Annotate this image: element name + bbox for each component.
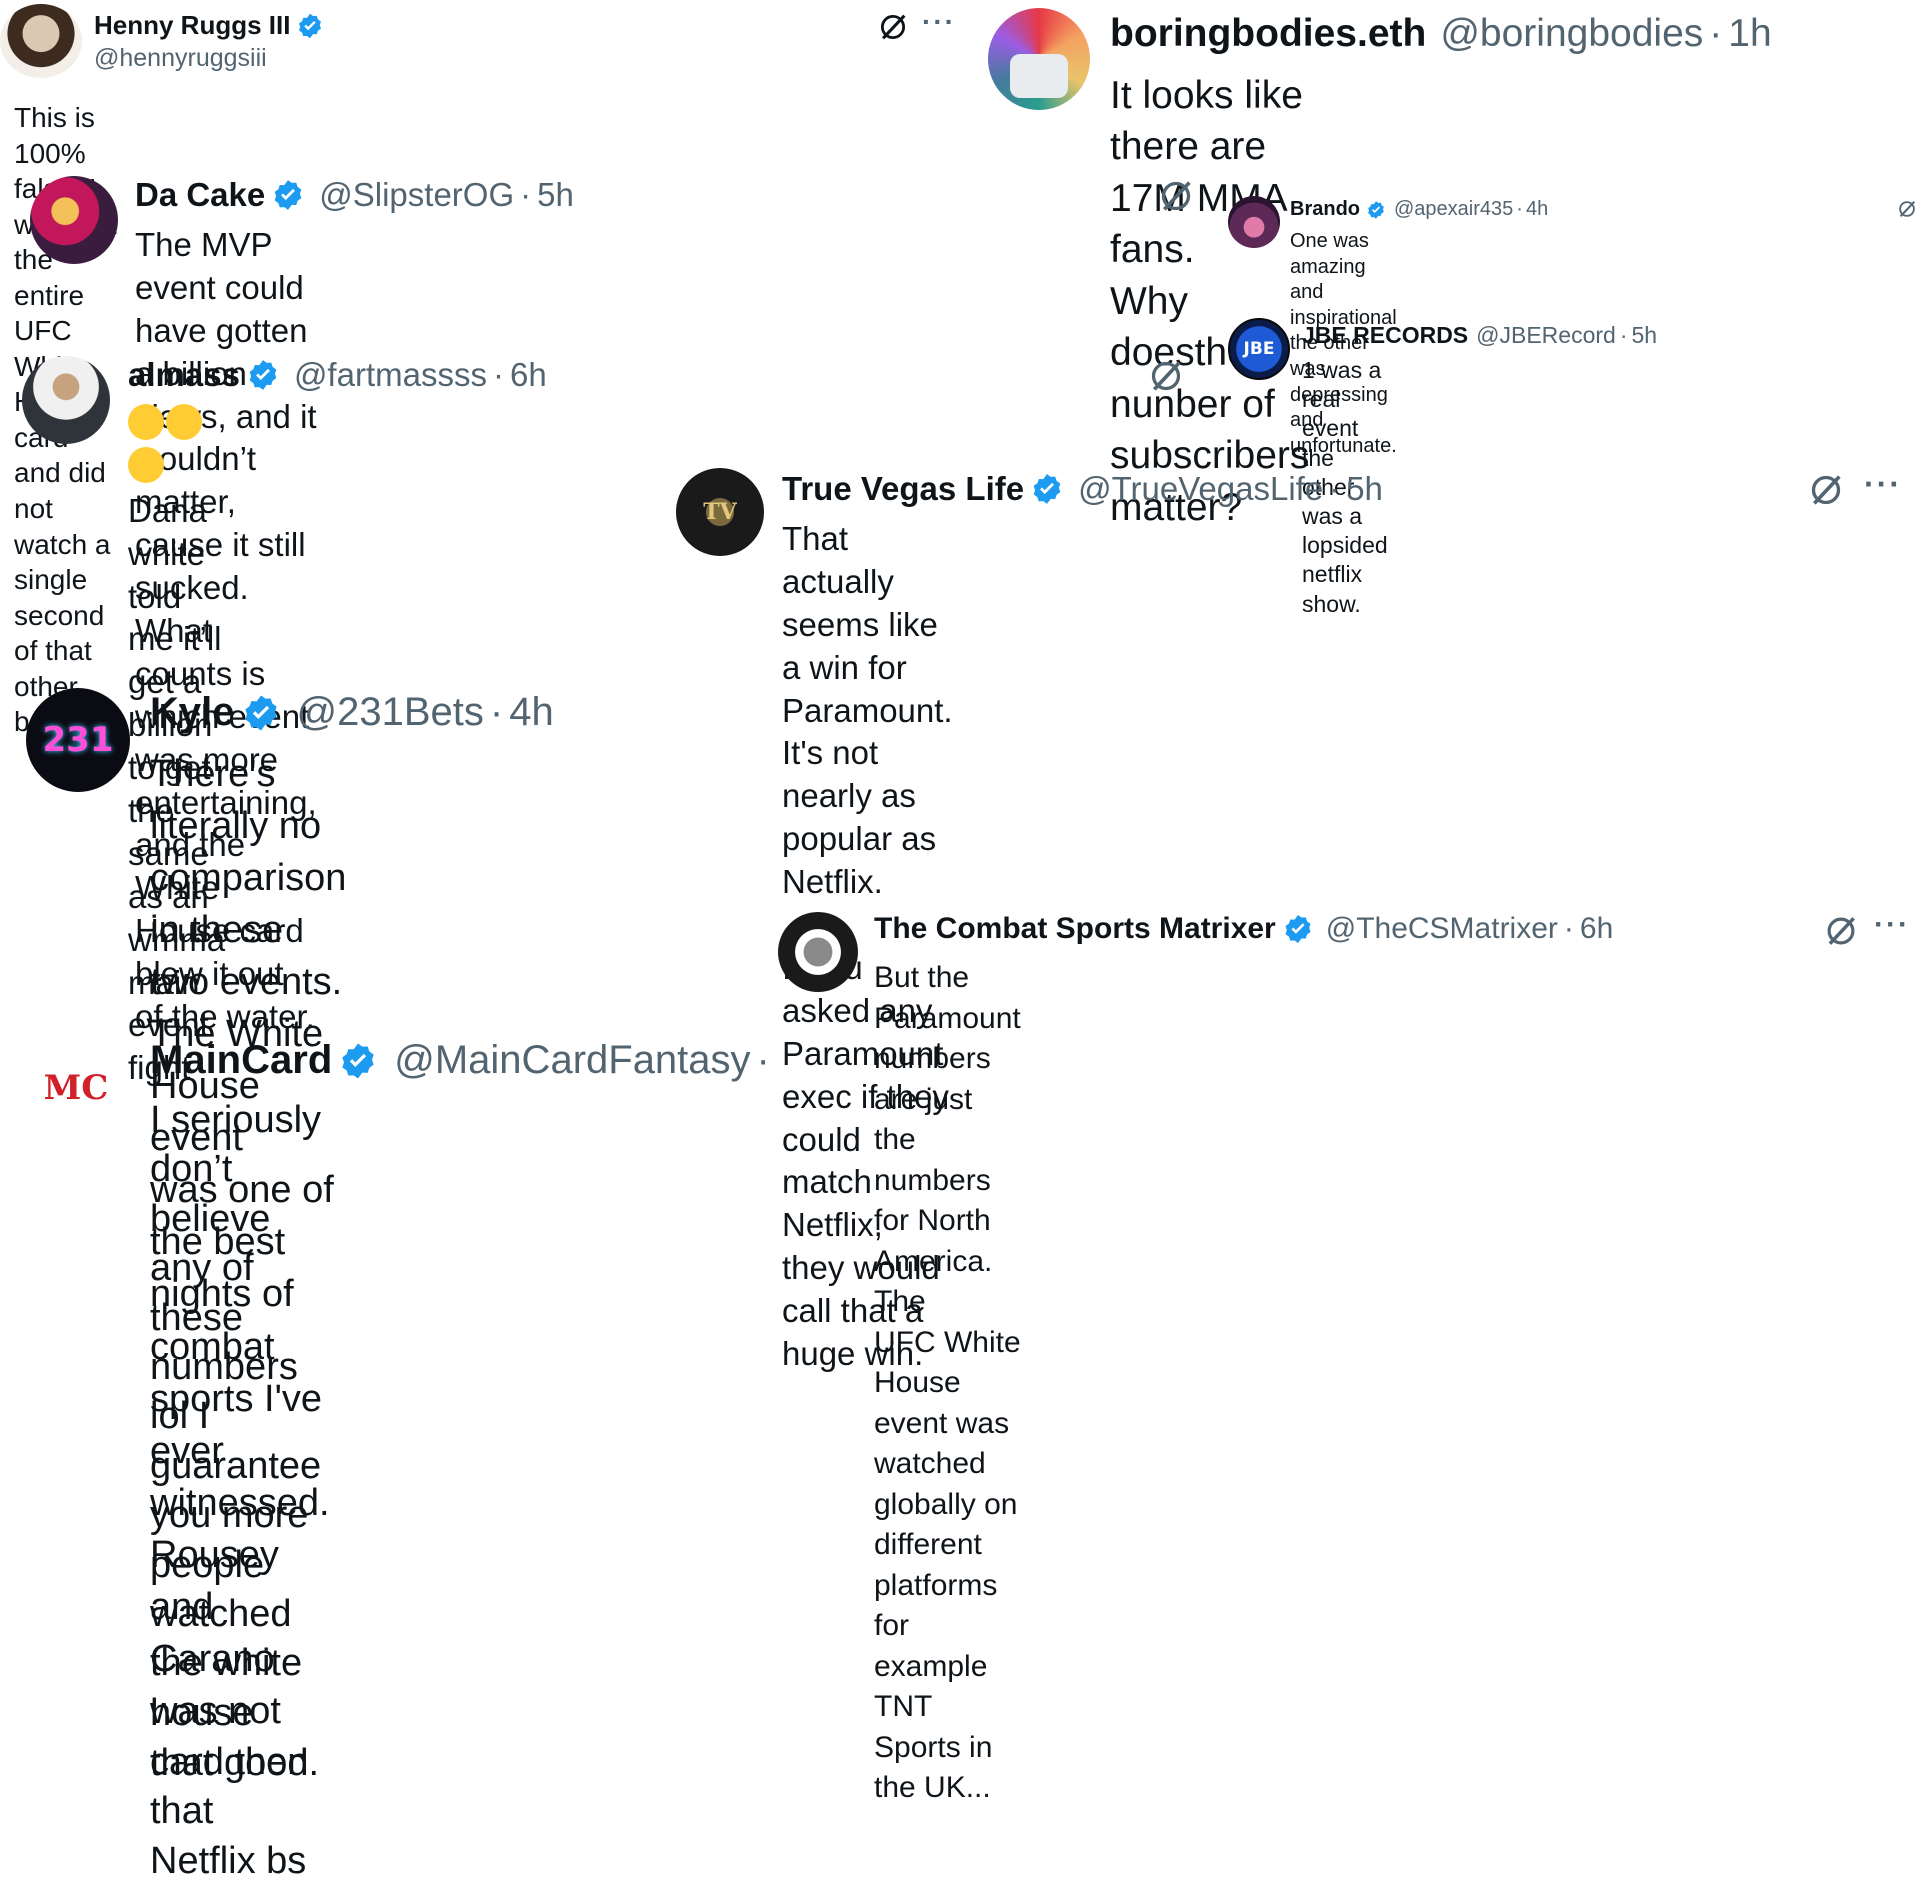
- separator-dot: ·: [1329, 470, 1341, 507]
- tweet-header: boringbodies.eth @boringbodies · 1h: [1110, 12, 1772, 56]
- display-name[interactable]: Henny Ruggs III: [94, 10, 290, 41]
- avatar-monogram: 231: [42, 720, 114, 760]
- separator-dot: ·: [756, 1038, 770, 1082]
- tweet-text-line: UFC White House event was watched global…: [874, 1325, 1021, 1643]
- tweet-header: MainCard @MainCardFantasy ·: [150, 1038, 776, 1083]
- separator-dot: ·: [489, 690, 504, 734]
- display-name[interactable]: Da Cake: [135, 176, 265, 214]
- tweet-text: I seriously don’t believe any of these n…: [150, 1096, 321, 1886]
- display-name[interactable]: Kyle: [150, 690, 235, 735]
- timestamp[interactable]: 6h: [1580, 912, 1613, 946]
- verified-badge-icon: [244, 695, 277, 730]
- crying-emoji-icon: [128, 404, 164, 440]
- display-name[interactable]: MainCard: [150, 1038, 332, 1083]
- avatar[interactable]: [0, 4, 82, 78]
- timestamp[interactable]: 4h: [509, 690, 554, 735]
- display-name[interactable]: JBE RECORDS: [1302, 322, 1468, 349]
- separator-dot: ·: [1563, 912, 1574, 945]
- display-name[interactable]: almass: [128, 356, 240, 394]
- avatar-monogram: TV: [703, 499, 737, 525]
- display-name[interactable]: The Combat Sports Matrixer: [874, 912, 1276, 946]
- tweet-text-line: example TNT Sports in the UK...: [874, 1649, 993, 1805]
- avatar-monogram: MC: [43, 1068, 109, 1108]
- tweet-text-line: Netflix.: [782, 863, 883, 901]
- user-handle[interactable]: @boringbodies: [1440, 12, 1703, 56]
- display-name[interactable]: True Vegas Life: [782, 470, 1024, 508]
- separator-dot: ·: [1709, 12, 1723, 55]
- tweet-header: True Vegas Life @TrueVegasLife · 5h: [782, 470, 1383, 508]
- grok-slash-icon[interactable]: [1156, 176, 1196, 216]
- grok-slash-icon[interactable]: [1822, 912, 1860, 950]
- user-handle[interactable]: @231Bets: [297, 690, 484, 735]
- more-dots-icon[interactable]: ···: [1874, 908, 1910, 942]
- tweet-header: almass @fartmassss · 6h: [128, 356, 547, 394]
- tweet-header: JBE RECORDS @JBERecord · 5h: [1302, 322, 1657, 349]
- avatar[interactable]: JBE: [1228, 318, 1290, 380]
- tweet-header: Da Cake @SlipsterOG · 5h: [135, 176, 574, 214]
- avatar[interactable]: [22, 356, 110, 444]
- grok-slash-icon[interactable]: [1146, 356, 1186, 396]
- user-handle[interactable]: @apexair435: [1394, 198, 1513, 221]
- verified-badge-icon: [1368, 200, 1384, 219]
- tweet-header: Kyle @231Bets · 4h: [150, 690, 554, 735]
- separator-dot: ·: [492, 356, 504, 393]
- tweet-header: Brando @apexair435 · 4h: [1290, 198, 1548, 221]
- separator-dot: ·: [1516, 198, 1523, 220]
- tweet-text: It looks like there are 17M MMA fans. Wh…: [1110, 70, 1309, 533]
- more-dots-icon[interactable]: ···: [922, 6, 956, 38]
- separator-dot: ·: [1619, 322, 1628, 348]
- timestamp[interactable]: 6h: [510, 356, 547, 394]
- user-handle[interactable]: @TheCSMatrixer: [1326, 912, 1558, 946]
- verified-badge-icon: [1285, 915, 1311, 943]
- avatar[interactable]: MC: [28, 1040, 124, 1136]
- timestamp[interactable]: 5h: [537, 176, 574, 214]
- more-dots-icon[interactable]: ···: [1864, 466, 1902, 503]
- tweet-text: But the Paramount numbers are just the n…: [874, 958, 1021, 1809]
- display-name[interactable]: boringbodies.eth: [1110, 12, 1426, 56]
- user-handle[interactable]: @JBERecord: [1476, 322, 1616, 349]
- tweet-header: Henny Ruggs III: [94, 10, 324, 41]
- user-handle[interactable]: @hennyruggsiii: [94, 44, 267, 73]
- user-handle[interactable]: @SlipsterOG: [319, 176, 514, 214]
- verified-badge-icon: [1033, 474, 1061, 504]
- avatar[interactable]: TV: [676, 468, 764, 556]
- tweet-text-line: people watched the white house card then…: [150, 1543, 309, 1882]
- timestamp[interactable]: 5h: [1632, 322, 1658, 349]
- user-handle[interactable]: @MainCardFantasy: [394, 1038, 750, 1083]
- timestamp[interactable]: 5h: [1346, 470, 1383, 508]
- grok-slash-icon[interactable]: [876, 10, 910, 44]
- display-name[interactable]: Brando: [1290, 198, 1360, 221]
- verified-badge-icon: [274, 180, 302, 210]
- user-handle[interactable]: @fartmassss: [294, 356, 487, 394]
- grok-slash-icon[interactable]: [1806, 470, 1846, 510]
- avatar[interactable]: [30, 176, 118, 264]
- avatar[interactable]: [988, 8, 1090, 110]
- tweet-text-line: But the Paramount numbers are just the n…: [874, 961, 1021, 1318]
- crying-emoji-icon: [128, 446, 164, 483]
- tweet-text-line: That actually seems like a win for Param…: [782, 520, 953, 858]
- avatar[interactable]: [778, 912, 858, 992]
- timestamp[interactable]: 4h: [1526, 198, 1548, 221]
- grok-slash-icon[interactable]: [1896, 198, 1918, 220]
- tweet-text-line: I seriously don’t believe any of these n…: [150, 1099, 322, 1537]
- verified-badge-icon: [299, 13, 322, 38]
- tweet-header: The Combat Sports Matrixer @TheCSMatrixe…: [874, 912, 1613, 946]
- timestamp[interactable]: 1h: [1728, 12, 1771, 56]
- separator-dot: ·: [520, 176, 532, 213]
- avatar-monogram: JBE: [1243, 339, 1275, 359]
- avatar[interactable]: 231: [26, 688, 130, 792]
- tweet-text-line: It looks like there are 17M MMA fans.: [1110, 74, 1303, 272]
- user-handle[interactable]: @TrueVegasLife: [1078, 470, 1323, 508]
- verified-badge-icon: [342, 1043, 374, 1078]
- avatar[interactable]: [1228, 196, 1280, 248]
- verified-badge-icon: [249, 360, 277, 390]
- crying-emoji-icon: [166, 404, 202, 440]
- handle-row: @hennyruggsiii: [94, 44, 267, 73]
